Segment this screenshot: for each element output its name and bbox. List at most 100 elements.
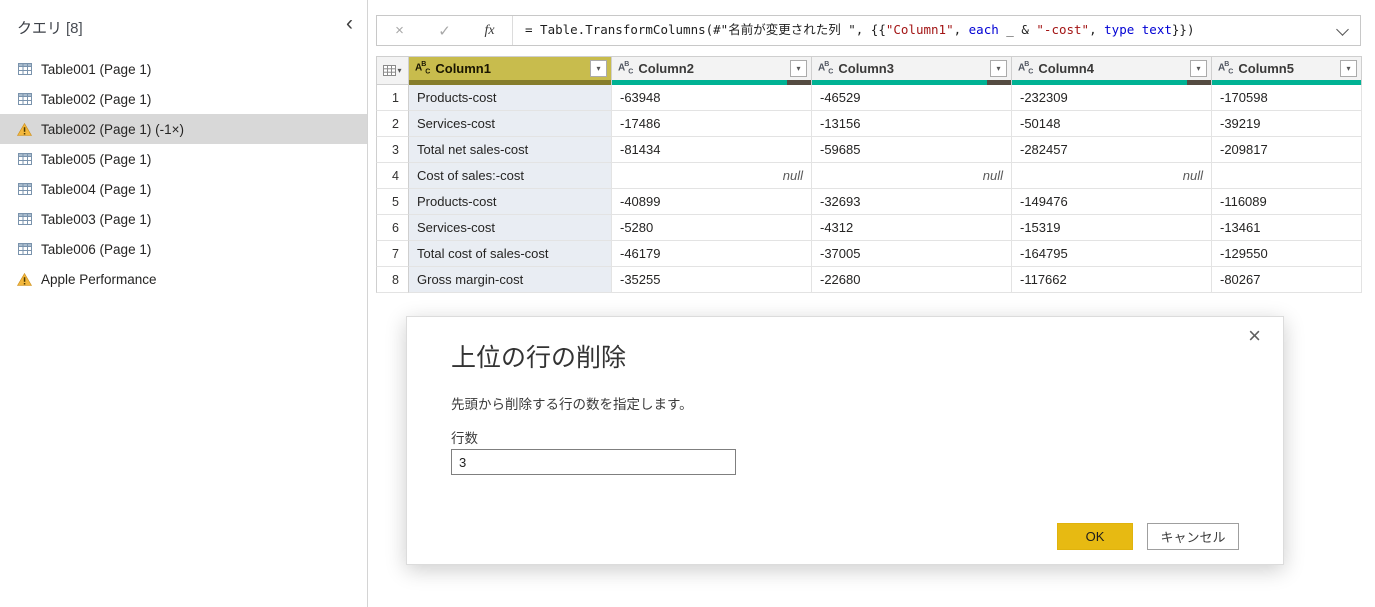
cell[interactable]: -17486: [612, 111, 812, 137]
cell[interactable]: -232309: [1012, 85, 1212, 111]
cell[interactable]: -37005: [812, 241, 1012, 267]
cell[interactable]: -282457: [1012, 137, 1212, 163]
cell[interactable]: -117662: [1012, 267, 1212, 293]
cell[interactable]: -13156: [812, 111, 1012, 137]
table-icon: [16, 93, 33, 105]
column-header-column3[interactable]: ABC Column3 ▾: [812, 56, 1012, 85]
cell[interactable]: -170598: [1212, 85, 1362, 111]
row-number[interactable]: 6: [376, 215, 409, 241]
query-label: Table003 (Page 1): [41, 211, 152, 227]
text-type-icon: ABC: [1018, 61, 1033, 76]
sidebar-item-table001-page-1[interactable]: Table001 (Page 1): [0, 54, 367, 84]
filter-dropdown-icon[interactable]: ▾: [1190, 60, 1207, 78]
column-header-column4[interactable]: ABC Column4 ▾: [1012, 56, 1212, 85]
table-row: 3 Total net sales-cost -81434 -59685 -282457…: [376, 137, 1362, 163]
sidebar-item-table002-page-1-1[interactable]: Table002 (Page 1) (-1×): [0, 114, 367, 144]
column-name: Column1: [435, 61, 491, 77]
row-number[interactable]: 2: [376, 111, 409, 137]
cell[interactable]: -13461: [1212, 215, 1362, 241]
row-number[interactable]: 3: [376, 137, 409, 163]
formula-segment: ,: [1089, 22, 1105, 37]
cell[interactable]: Products-cost: [409, 85, 612, 111]
sidebar-item-table006-page-1[interactable]: Table006 (Page 1): [0, 234, 367, 264]
cell[interactable]: -63948: [612, 85, 812, 111]
cell[interactable]: -40899: [612, 189, 812, 215]
formula-segment: }}): [1171, 22, 1195, 37]
filter-dropdown-icon[interactable]: ▾: [590, 60, 607, 78]
cell[interactable]: Services-cost: [409, 111, 612, 137]
cell[interactable]: Services-cost: [409, 215, 612, 241]
cell[interactable]: -15319: [1012, 215, 1212, 241]
sidebar-item-apple-performance[interactable]: Apple Performance: [0, 264, 367, 294]
row-number[interactable]: 4: [376, 163, 409, 189]
cell[interactable]: -46179: [612, 241, 812, 267]
fx-icon[interactable]: fx: [467, 23, 512, 39]
warning-icon: [16, 272, 33, 286]
collapse-pane-icon[interactable]: ‹: [346, 13, 353, 34]
cell[interactable]: -209817: [1212, 137, 1362, 163]
cell[interactable]: -4312: [812, 215, 1012, 241]
cell[interactable]: Products-cost: [409, 189, 612, 215]
grid-body: 1 Products-cost -63948 -46529 -232309 -170598…: [376, 85, 1362, 293]
sidebar-header: クエリ [8] ‹: [0, 0, 367, 54]
column-header-column1[interactable]: ABC Column1 ▾: [409, 56, 612, 85]
column-header-column2[interactable]: ABC Column2 ▾: [612, 56, 812, 85]
cancel-formula-icon[interactable]: ×: [377, 22, 422, 39]
cell[interactable]: -46529: [812, 85, 1012, 111]
select-all-corner[interactable]: ▾: [376, 56, 409, 85]
table-row: 6 Services-cost -5280 -4312 -15319 -13461: [376, 215, 1362, 241]
formula-segment: "-cost": [1036, 22, 1090, 37]
formula-segment: _ &: [998, 22, 1037, 37]
cell[interactable]: -116089: [1212, 189, 1362, 215]
table-icon: [16, 213, 33, 225]
cell[interactable]: [1212, 163, 1362, 189]
sidebar-item-table004-page-1[interactable]: Table004 (Page 1): [0, 174, 367, 204]
cell[interactable]: -59685: [812, 137, 1012, 163]
sidebar-item-table005-page-1[interactable]: Table005 (Page 1): [0, 144, 367, 174]
commit-formula-icon[interactable]: ✓: [422, 22, 467, 40]
cell[interactable]: Cost of sales:-cost: [409, 163, 612, 189]
cell[interactable]: Total cost of sales-cost: [409, 241, 612, 267]
cell[interactable]: null: [1012, 163, 1212, 189]
sidebar-item-table003-page-1[interactable]: Table003 (Page 1): [0, 204, 367, 234]
cell[interactable]: -164795: [1012, 241, 1212, 267]
cancel-button[interactable]: キャンセル: [1147, 523, 1239, 550]
cell[interactable]: -39219: [1212, 111, 1362, 137]
filter-dropdown-icon[interactable]: ▾: [1340, 60, 1357, 78]
sidebar-item-table002-page-1[interactable]: Table002 (Page 1): [0, 84, 367, 114]
row-number[interactable]: 8: [376, 267, 409, 293]
cell[interactable]: -129550: [1212, 241, 1362, 267]
close-icon[interactable]: ×: [1248, 325, 1261, 347]
cell[interactable]: -81434: [612, 137, 812, 163]
cell[interactable]: -5280: [612, 215, 812, 241]
filter-dropdown-icon[interactable]: ▾: [790, 60, 807, 78]
cell[interactable]: -35255: [612, 267, 812, 293]
cell[interactable]: Gross margin-cost: [409, 267, 612, 293]
row-count-input[interactable]: [451, 449, 736, 475]
cell[interactable]: null: [812, 163, 1012, 189]
query-label: Table001 (Page 1): [41, 61, 152, 77]
cell[interactable]: Total net sales-cost: [409, 137, 612, 163]
cell[interactable]: -50148: [1012, 111, 1212, 137]
formula-input[interactable]: = Table.TransformColumns(#"名前が変更された列 ", …: [513, 16, 1326, 45]
column-header-column5[interactable]: ABC Column5 ▾: [1212, 56, 1362, 85]
cell[interactable]: -149476: [1012, 189, 1212, 215]
row-number[interactable]: 1: [376, 85, 409, 111]
cell[interactable]: -80267: [1212, 267, 1362, 293]
cell[interactable]: -22680: [812, 267, 1012, 293]
row-number[interactable]: 5: [376, 189, 409, 215]
ok-button[interactable]: OK: [1057, 523, 1133, 550]
row-number[interactable]: 7: [376, 241, 409, 267]
dialog-buttons: OK キャンセル: [1057, 523, 1239, 550]
query-label: Table005 (Page 1): [41, 151, 152, 167]
expand-formula-chevron-icon[interactable]: [1326, 16, 1360, 45]
cell[interactable]: null: [612, 163, 812, 189]
table-row: 4 Cost of sales:-cost null null null: [376, 163, 1362, 189]
table-icon: [16, 243, 33, 255]
text-type-icon: ABC: [818, 61, 833, 76]
cell[interactable]: -32693: [812, 189, 1012, 215]
warning-icon: [16, 122, 33, 136]
table-row: 1 Products-cost -63948 -46529 -232309 -170598: [376, 85, 1362, 111]
filter-dropdown-icon[interactable]: ▾: [990, 60, 1007, 78]
formula-segment: type text: [1104, 22, 1172, 37]
